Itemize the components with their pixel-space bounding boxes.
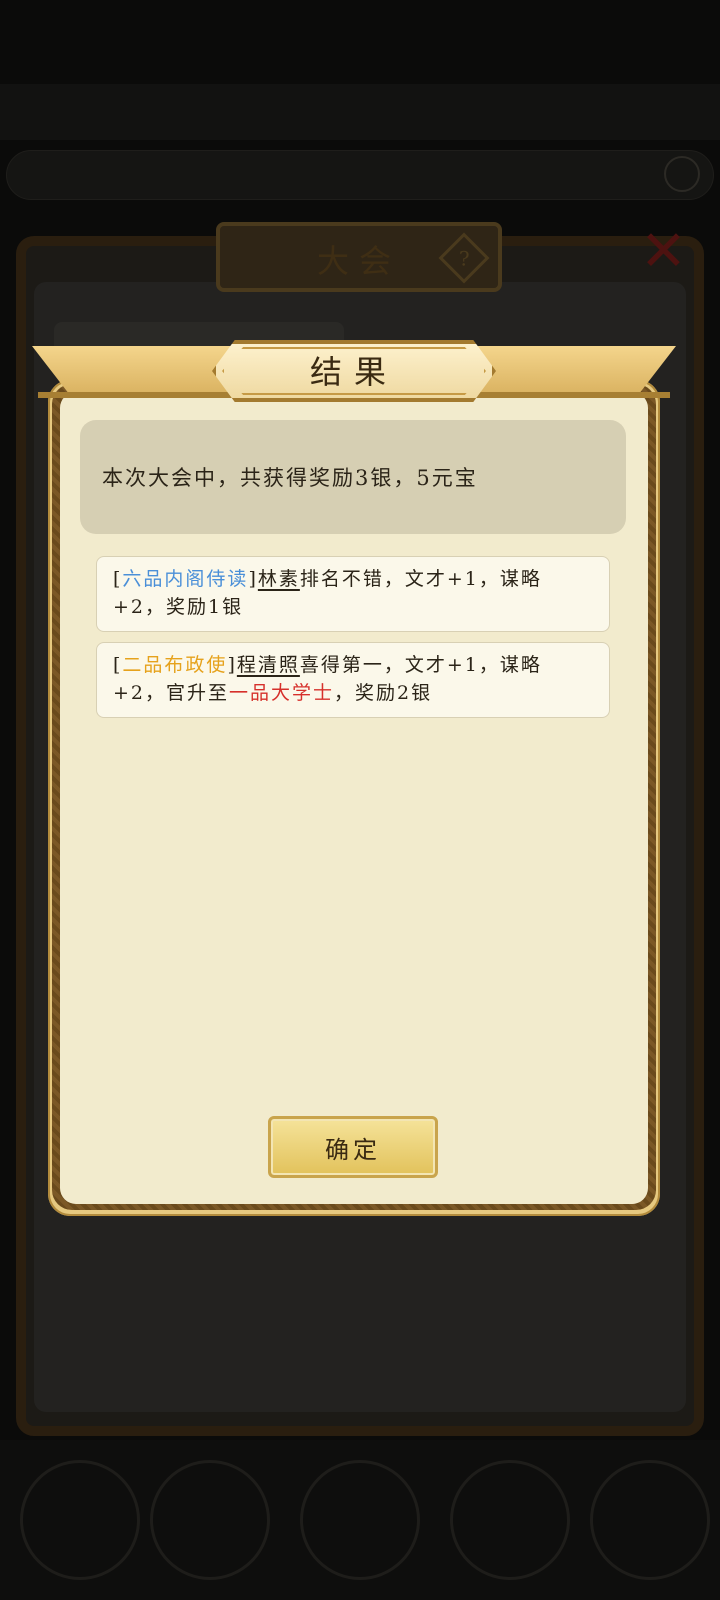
background-nav-button [450, 1460, 570, 1580]
record-text: ，奖励2银 [334, 682, 433, 704]
record-text: 喜得第一，文才+1，谋略 [299, 654, 542, 676]
result-record: [二品布政使]程清照喜得第一，文才+1，谋略 +2，官升至一品大学士，奖励2银 [96, 642, 610, 718]
bracket-open: [ [113, 568, 123, 590]
background-close-icon: ✕ [640, 219, 687, 284]
reward-summary-text: 本次大会中，共获得奖励3银，5元宝 [102, 466, 478, 490]
background-top-bar [0, 84, 720, 140]
bracket-close: ] [227, 654, 237, 676]
record-line: +2，官升至一品大学士，奖励2银 [113, 679, 595, 707]
record-line: [二品布政使]程清照喜得第一，文才+1，谋略 [113, 651, 595, 679]
background-nav-button [20, 1460, 140, 1580]
bracket-open: [ [113, 654, 123, 676]
record-text: +2，奖励1银 [113, 596, 244, 618]
background-help-icon [664, 156, 700, 192]
dialog-title: 结果 [309, 353, 398, 391]
official-name-link[interactable]: 林素 [258, 568, 300, 590]
background-nav-button [150, 1460, 270, 1580]
promotion-rank: 一品大学士 [229, 682, 335, 704]
record-line: [六品内阁侍读]林素排名不错，文才+1，谋略 [113, 565, 595, 593]
background-resource-bar [6, 150, 714, 200]
official-rank: 六品内阁侍读 [122, 568, 249, 590]
record-line: +2，奖励1银 [113, 593, 595, 621]
bracket-close: ] [248, 568, 258, 590]
result-record: [六品内阁侍读]林素排名不错，文才+1，谋略 +2，奖励1银 [96, 556, 610, 632]
background-nav-button [590, 1460, 710, 1580]
background-nav-button [300, 1460, 420, 1580]
record-text: 排名不错，文才+1，谋略 [299, 568, 542, 590]
record-text: +2，官升至 [113, 682, 230, 704]
confirm-button-label[interactable]: 确定 [268, 1130, 438, 1165]
official-name-link[interactable]: 程清照 [237, 654, 300, 676]
official-rank: 二品布政使 [122, 654, 228, 676]
